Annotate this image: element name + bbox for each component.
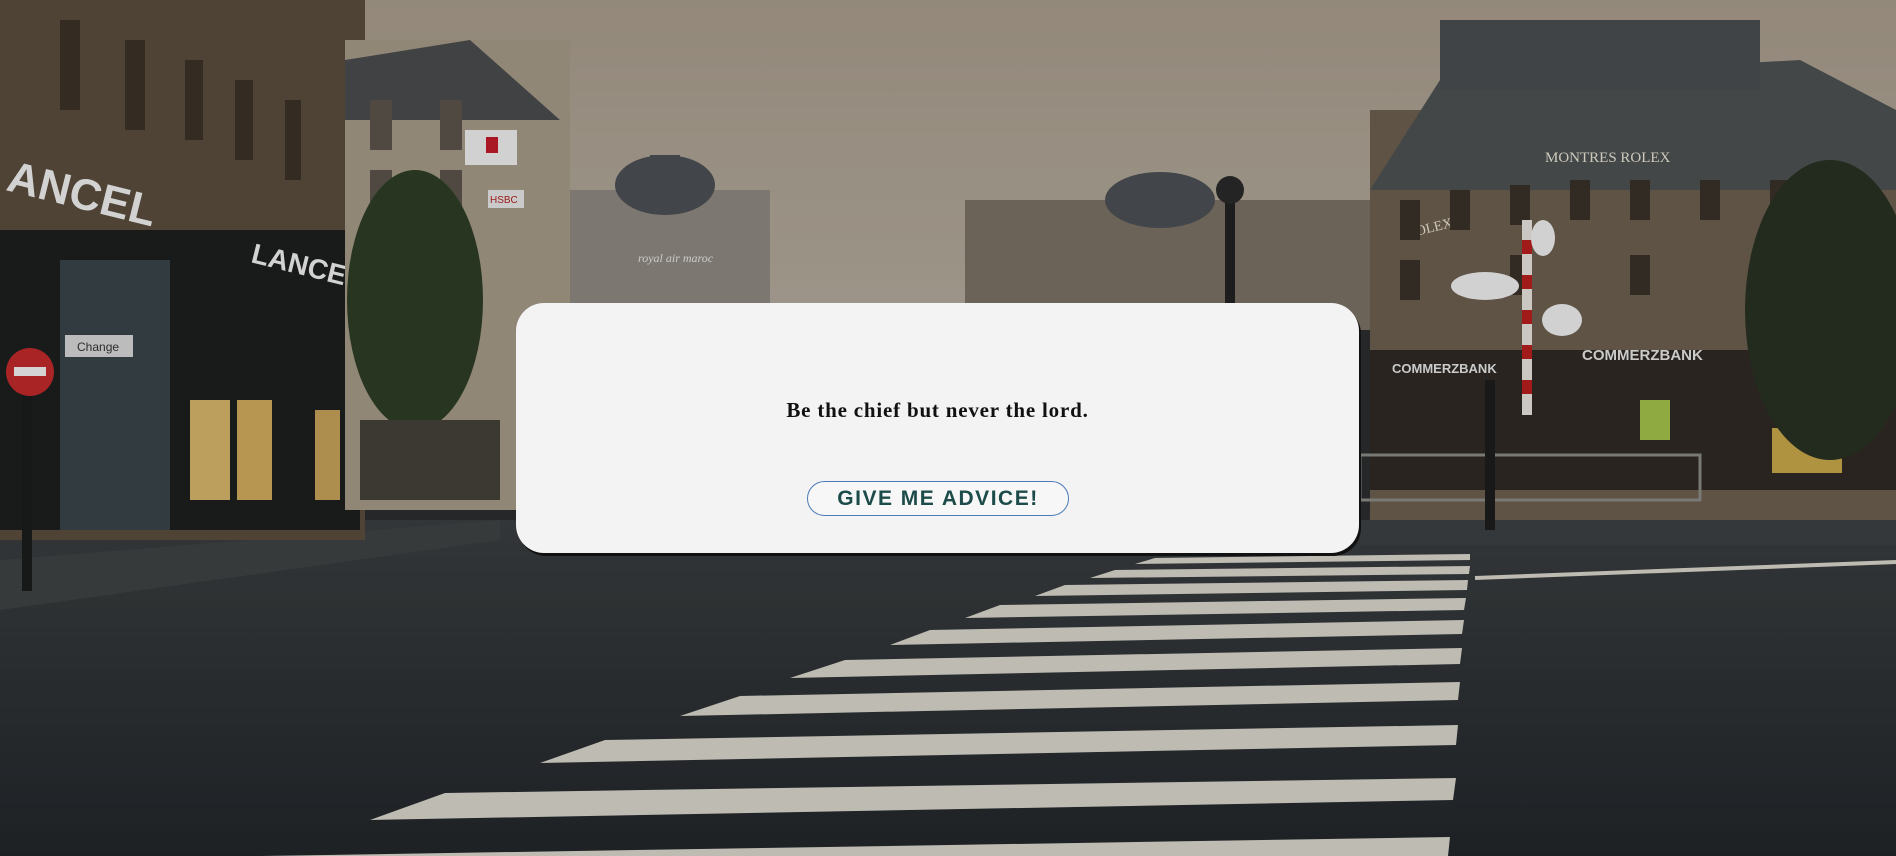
advice-card: Be the chief but never the lord. GIVE ME… [516, 303, 1359, 553]
advice-quote: Be the chief but never the lord. [786, 398, 1089, 422]
give-advice-button[interactable]: GIVE ME ADVICE! [807, 481, 1069, 516]
